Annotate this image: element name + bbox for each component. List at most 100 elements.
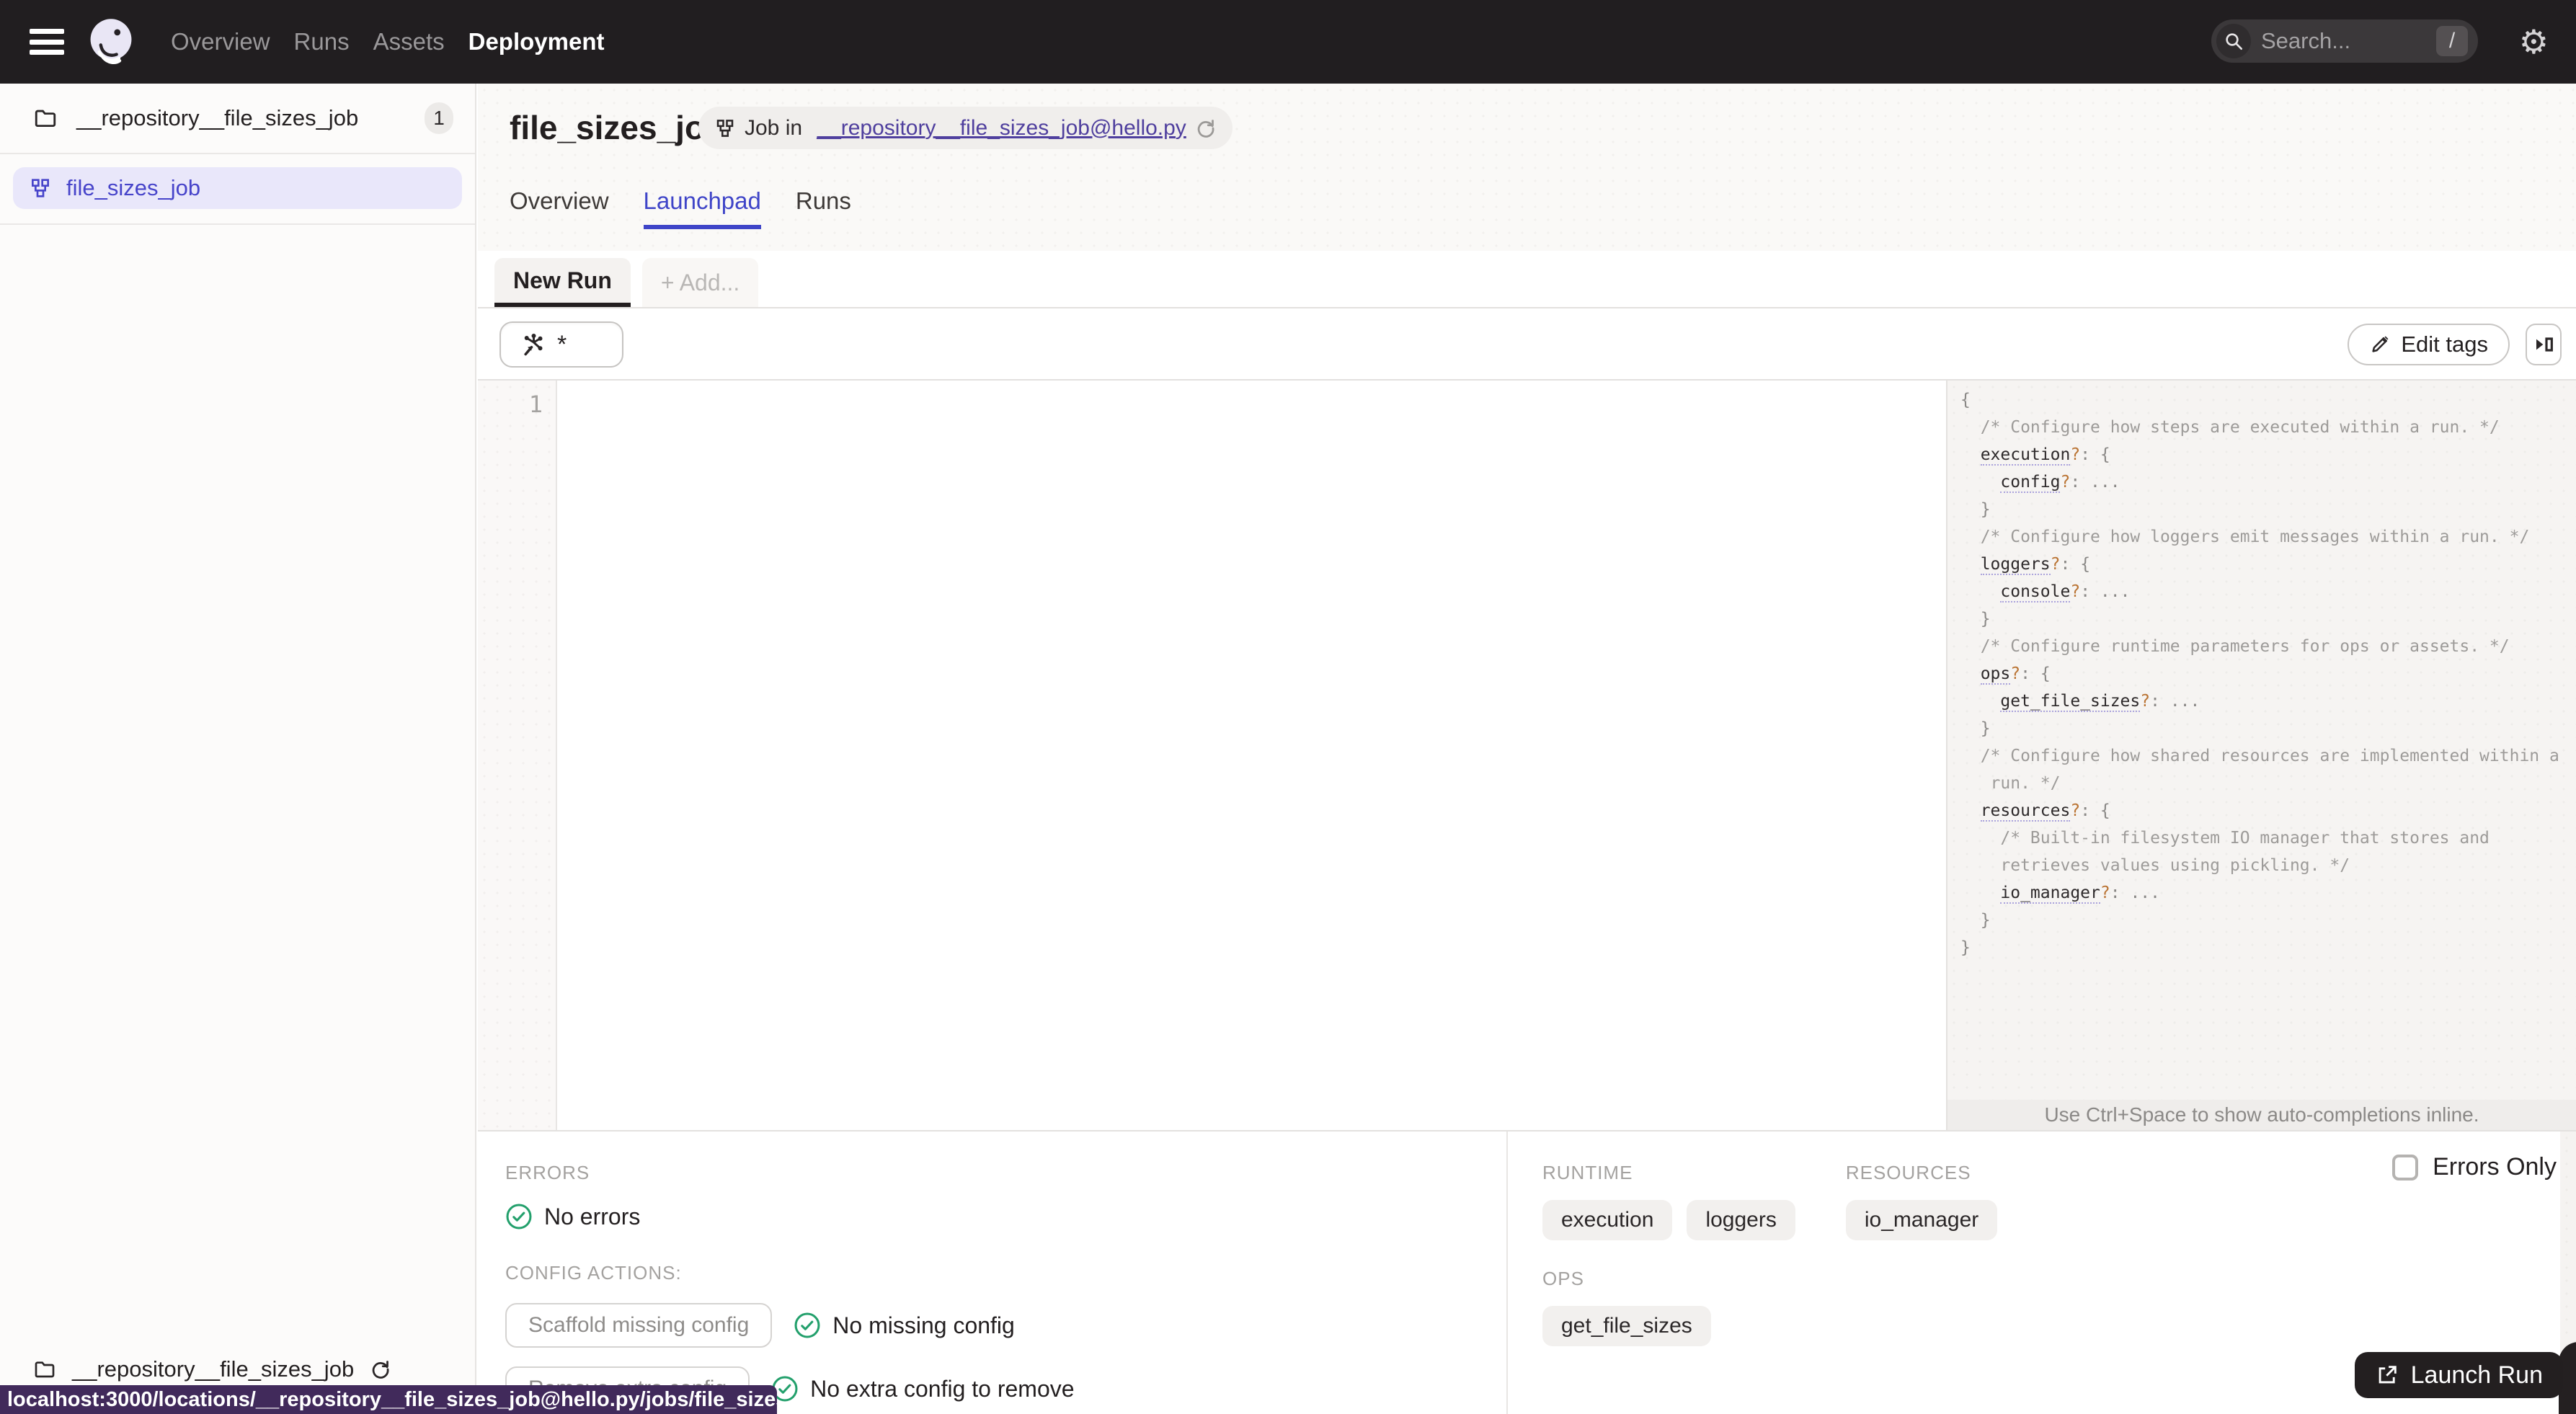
reload-icon[interactable] [370, 1359, 391, 1380]
schema-line: get_file_sizes?: ... [2000, 692, 2200, 712]
reload-icon[interactable] [1195, 117, 1217, 139]
edit-tags-button[interactable]: Edit tags [2348, 324, 2510, 365]
job-context-badge: Job in __repository__file_sizes_job@hell… [698, 107, 1233, 149]
schema-line: /* Configure how shared resources are im… [1960, 747, 2559, 765]
config-action-row: Scaffold missing config No missing config [505, 1303, 1500, 1348]
schema-line: /* Configure how loggers emit messages w… [1960, 528, 2530, 546]
config-action-status-text: No extra config to remove [810, 1375, 1075, 1402]
schema-line: /* Configure runtime parameters for ops … [1960, 637, 2510, 656]
nav-links: Overview Runs Assets Deployment [171, 28, 605, 55]
external-link-icon [2375, 1363, 2399, 1387]
browser-status-bar: localhost:3000/locations/__repository__f… [0, 1385, 777, 1414]
bottom-panel-divider [1506, 1131, 1508, 1414]
sidebar: __repository__file_sizes_job 1 file_size… [0, 84, 476, 1414]
schema-line: /* Configure how steps are executed with… [1960, 418, 2500, 437]
sidebar-repo-group[interactable]: __repository__file_sizes_job 1 [0, 84, 475, 154]
tab-runs[interactable]: Runs [796, 187, 851, 229]
config-workspace: 1 { /* Configure how steps are executed … [478, 381, 2576, 1130]
job-context-prefix: Job in [745, 115, 809, 140]
schema-line: run. */ [1960, 774, 2061, 793]
folder-icon [33, 106, 58, 130]
hamburger-menu-icon[interactable] [30, 29, 64, 55]
sidebar-items: file_sizes_job [0, 154, 475, 225]
runtime-chips: execution loggers [1542, 1200, 1795, 1240]
launchpad-content: New Run + Add... * Edit tags 1 {/* Conf… [478, 251, 2576, 1414]
schema-line: { [1960, 391, 1971, 409]
search-icon [2216, 24, 2251, 58]
config-action-status: No missing config [794, 1312, 1015, 1339]
nav-link-deployment[interactable]: Deployment [468, 28, 605, 55]
op-selector-icon [520, 332, 546, 357]
sidebar-item-file_sizes_job[interactable]: file_sizes_job [13, 167, 462, 209]
nav-link-overview[interactable]: Overview [171, 28, 270, 55]
schema-line: } [1960, 911, 1991, 930]
expand-panel-icon [2532, 333, 2555, 356]
launch-run-label: Launch Run [2410, 1361, 2543, 1389]
tab-launchpad[interactable]: Launchpad [643, 187, 761, 229]
page-tabs: Overview Launchpad Runs [510, 187, 851, 229]
search-shortcut-badge: / [2436, 26, 2468, 56]
check-circle-icon [505, 1203, 533, 1230]
pencil-icon [2369, 334, 2391, 355]
schema-line: ops?: { [1980, 664, 2051, 685]
check-circle-icon [794, 1312, 821, 1339]
job-graph-icon [714, 117, 736, 139]
chip-loggers[interactable]: loggers [1687, 1200, 1795, 1240]
schema-hint: Use Ctrl+Space to show auto-completions … [1947, 1100, 2576, 1130]
session-tab-add[interactable]: + Add... [641, 258, 759, 307]
nav-link-assets[interactable]: Assets [373, 28, 445, 55]
edit-tags-label: Edit tags [2401, 332, 2488, 357]
config-editor[interactable] [559, 381, 1946, 1130]
tab-overview[interactable]: Overview [510, 187, 609, 229]
ops-label: OPS [1542, 1268, 1584, 1289]
schema-line: retrieves values using pickling. */ [1960, 856, 2350, 875]
chip-io_manager[interactable]: io_manager [1845, 1200, 1998, 1240]
page-header: file_sizes_job Job in __repository__file… [478, 84, 2576, 251]
gear-icon[interactable]: ⚙ [2519, 25, 2549, 58]
schema-line: execution?: { [1980, 445, 2110, 466]
search-box[interactable]: / [2211, 19, 2478, 63]
schema-line: loggers?: { [1980, 555, 2091, 575]
editor-line-number: 1 [528, 391, 543, 418]
launch-run-button[interactable]: Launch Run [2354, 1352, 2563, 1398]
resources-chips: io_manager [1845, 1200, 1998, 1240]
schema-line: config?: ... [2000, 473, 2120, 493]
search-input[interactable] [2261, 28, 2436, 54]
sidebar-footer-label: __repository__file_sizes_job [72, 1356, 355, 1382]
errors-only-label: Errors Only [2433, 1153, 2557, 1180]
bottom-panel: ERRORS No errors CONFIG ACTIONS: Scaffol… [478, 1130, 2576, 1414]
dagster-logo[interactable] [86, 17, 136, 67]
config-schema-panel: { /* Configure how steps are executed wi… [1946, 381, 2576, 1130]
config-action-status: No extra config to remove [771, 1375, 1075, 1402]
op-selector-value: * [557, 330, 567, 358]
launchpad-toolbar: * Edit tags [478, 310, 2576, 381]
expand-panel-button[interactable] [2526, 324, 2562, 365]
page-title: file_sizes_job [510, 109, 726, 146]
sidebar-repo-label: __repository__file_sizes_job [76, 105, 359, 130]
ops-chips: get_file_sizes [1542, 1306, 2547, 1346]
runtime-group: RUNTIME execution loggers [1542, 1162, 1795, 1240]
folder-icon [33, 1358, 56, 1381]
schema-line: } [1960, 938, 1971, 957]
session-tab-new-run[interactable]: New Run [494, 258, 631, 307]
job-context-link[interactable]: __repository__file_sizes_job@hello.py [817, 116, 1186, 141]
session-tabs-row: New Run + Add... [478, 251, 2576, 308]
chip-get_file_sizes[interactable]: get_file_sizes [1542, 1306, 1711, 1346]
op-selector-input[interactable]: * [499, 321, 623, 368]
schema-line: resources?: { [1980, 801, 2110, 822]
status-bar-url: localhost:3000/locations/__repository__f… [7, 1387, 777, 1411]
schema-line: /* Built-in filesystem IO manager that s… [1960, 829, 2490, 848]
nav-link-runs[interactable]: Runs [294, 28, 350, 55]
chip-execution[interactable]: execution [1542, 1200, 1673, 1240]
scaffold-missing-config-button[interactable]: Scaffold missing config [505, 1303, 773, 1348]
sidebar-item-label: file_sizes_job [66, 175, 201, 200]
errors-only-toggle[interactable]: Errors Only [2392, 1153, 2557, 1181]
errors-status: No errors [544, 1203, 641, 1230]
config-schema: { /* Configure how steps are executed wi… [1947, 381, 2576, 961]
resources-group: RESOURCES io_manager [1845, 1162, 1998, 1240]
errors-label: ERRORS [505, 1162, 590, 1183]
ops-group: OPS get_file_sizes [1542, 1268, 2547, 1346]
runtime-label: RUNTIME [1542, 1162, 1633, 1183]
resources-label: RESOURCES [1845, 1162, 1971, 1183]
errors-only-checkbox[interactable] [2392, 1154, 2419, 1180]
